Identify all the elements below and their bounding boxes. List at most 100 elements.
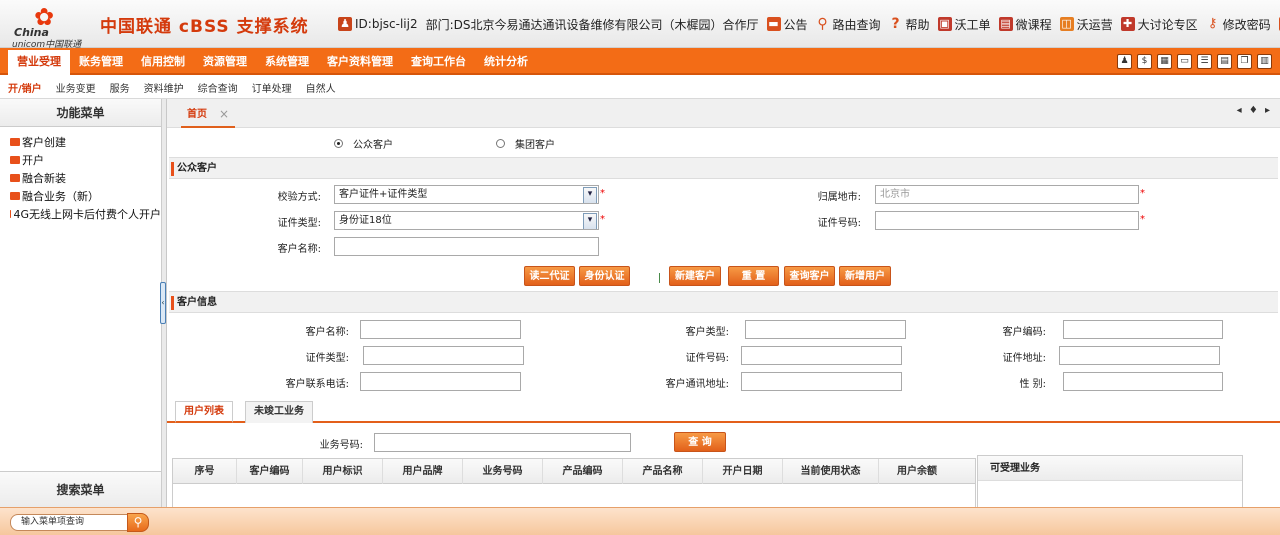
window-icon[interactable]: ▭ bbox=[1177, 54, 1192, 69]
radio-group-label: 集团客户 bbox=[515, 140, 555, 151]
work-order-label: 沃工单 bbox=[954, 17, 991, 32]
nav-tab-resource[interactable]: 资源管理 bbox=[194, 48, 256, 75]
verify-method-select[interactable]: 客户证件+证件类型 bbox=[334, 185, 599, 204]
add-user-button[interactable]: 新增用户 bbox=[839, 266, 891, 286]
nav-tab-statistics[interactable]: 统计分析 bbox=[475, 48, 537, 75]
user-id: ID:bjsc-lij2 bbox=[355, 17, 418, 31]
required-mark: * bbox=[600, 214, 605, 225]
menu-item-icon bbox=[10, 138, 20, 146]
work-order-link[interactable]: ▣ 沃工单 bbox=[937, 16, 991, 33]
service-number-field[interactable] bbox=[374, 433, 631, 452]
app-window: ✿ China unicom中国联通 中国联通 cBSS 支撑系统 ♟ ID:b… bbox=[0, 0, 1280, 535]
nav-tab-query-desk[interactable]: 查询工作台 bbox=[402, 48, 475, 75]
menu-search-input[interactable]: 输入菜单项查询 bbox=[10, 514, 128, 531]
subnav-open-close[interactable]: 开/销户 bbox=[8, 80, 42, 95]
table-icon[interactable]: ▤ bbox=[1217, 54, 1232, 69]
operations-link[interactable]: ◫ 沃运营 bbox=[1059, 16, 1113, 33]
reset-button[interactable]: 重 置 bbox=[728, 266, 779, 286]
nav-tab-business[interactable]: 营业受理 bbox=[8, 48, 70, 75]
radio-group-button[interactable] bbox=[496, 139, 505, 148]
nav-tab-accounting[interactable]: 账务管理 bbox=[70, 48, 132, 75]
grid-icon[interactable]: ▥ bbox=[1257, 54, 1272, 69]
calendar-icon[interactable]: ▦ bbox=[1157, 54, 1172, 69]
subnav-general-query[interactable]: 综合查询 bbox=[198, 80, 238, 95]
function-menu: 功能菜单 客户创建 开户 融合新装 融合业务（新） 4G无线上网卡后付费个人开户 bbox=[0, 99, 162, 507]
radio-public-label: 公众客户 bbox=[353, 140, 393, 151]
menu-item-converged-install[interactable]: 融合新装 bbox=[0, 170, 161, 188]
radio-group-customer[interactable]: 集团客户 bbox=[496, 136, 555, 151]
tab-home[interactable]: 首页 × bbox=[181, 105, 236, 128]
main-content: 首页 × ◂ ♦ ▸ 公众客户 集团客户 公众客户 校验方式: 客户证件+证件类… bbox=[167, 99, 1280, 507]
radio-public-customer[interactable]: 公众客户 bbox=[334, 136, 393, 151]
col-user-brand[interactable]: 用户品牌 bbox=[383, 459, 463, 484]
user-info: ♟ ID:bjsc-lij2 bbox=[338, 17, 418, 31]
search-icon[interactable]: ⚲ bbox=[127, 513, 149, 532]
announce-link[interactable]: ▬ 公告 bbox=[766, 16, 808, 33]
info-mailaddr-field[interactable] bbox=[741, 372, 902, 391]
info-name-field[interactable] bbox=[360, 320, 521, 339]
region-field[interactable]: 北京市 bbox=[875, 185, 1139, 204]
help-link[interactable]: ? 帮助 bbox=[889, 16, 930, 33]
tab-scroll-controls[interactable]: ◂ ♦ ▸ bbox=[1237, 105, 1272, 116]
new-customer-button[interactable]: 新建客户 bbox=[669, 266, 721, 286]
info-gender-field[interactable] bbox=[1063, 372, 1223, 391]
collapse-handle[interactable]: ‹ bbox=[160, 282, 166, 324]
route-query-link[interactable]: ⚲ 路由查询 bbox=[816, 16, 880, 33]
help-label: 帮助 bbox=[905, 17, 930, 32]
subnav-business-change[interactable]: 业务变更 bbox=[56, 80, 96, 95]
identity-auth-button[interactable]: 身份认证 bbox=[579, 266, 630, 286]
info-idno-label: 证件号码: bbox=[685, 353, 729, 364]
menu-item-icon bbox=[10, 156, 20, 164]
query-button[interactable]: 查 询 bbox=[674, 432, 726, 452]
nav-tab-system[interactable]: 系统管理 bbox=[256, 48, 318, 75]
info-phone-field[interactable] bbox=[360, 372, 521, 391]
col-open-date[interactable]: 开户日期 bbox=[703, 459, 783, 484]
person-icon[interactable]: ♟ bbox=[1117, 54, 1132, 69]
subnav-order-processing[interactable]: 订单处理 bbox=[252, 80, 292, 95]
search-menu-title[interactable]: 搜索菜单 bbox=[0, 471, 162, 507]
customer-name-field[interactable] bbox=[334, 237, 599, 256]
message-icon: ▬ bbox=[766, 17, 781, 31]
nav-tab-customer-data[interactable]: 客户资料管理 bbox=[318, 48, 402, 75]
close-icon[interactable]: × bbox=[219, 105, 229, 123]
menu-item-label: 客户创建 bbox=[22, 136, 66, 149]
section-public-customer: 公众客户 bbox=[169, 157, 1278, 179]
copy-icon[interactable]: ❐ bbox=[1237, 54, 1252, 69]
query-customer-button[interactable]: 查询客户 bbox=[784, 266, 835, 286]
id-type-select[interactable]: 身份证18位 bbox=[334, 211, 599, 230]
change-password-link[interactable]: ⚷ 修改密码 bbox=[1206, 16, 1271, 33]
col-index[interactable]: 序号 bbox=[173, 459, 237, 484]
micro-course-link[interactable]: ▤ 微课程 bbox=[998, 16, 1052, 33]
menu-item-4g-card[interactable]: 4G无线上网卡后付费个人开户 bbox=[0, 206, 161, 224]
footer-bar: 输入菜单项查询 ⚲ bbox=[0, 507, 1280, 535]
read-id-card-button[interactable]: 读二代证 bbox=[524, 266, 575, 286]
subnav-data-maintenance[interactable]: 资料维护 bbox=[144, 80, 184, 95]
info-type-field[interactable] bbox=[745, 320, 906, 339]
col-customer-code[interactable]: 客户编码 bbox=[237, 459, 303, 484]
col-product-name[interactable]: 产品名称 bbox=[623, 459, 703, 484]
dollar-icon[interactable]: $ bbox=[1137, 54, 1152, 69]
info-code-field[interactable] bbox=[1063, 320, 1223, 339]
radio-public-button[interactable] bbox=[334, 139, 343, 148]
tab-user-list[interactable]: 用户列表 bbox=[175, 401, 233, 423]
subnav-natural-person[interactable]: 自然人 bbox=[306, 80, 336, 95]
menu-item-open-account[interactable]: 开户 bbox=[0, 152, 161, 170]
nav-tab-credit[interactable]: 信用控制 bbox=[132, 48, 194, 75]
menu-item-create-customer[interactable]: 客户创建 bbox=[0, 134, 161, 152]
col-current-status[interactable]: 当前使用状态 bbox=[783, 459, 879, 484]
subnav-service[interactable]: 服务 bbox=[110, 80, 130, 95]
tab-pending-orders[interactable]: 未竣工业务 bbox=[245, 401, 313, 423]
col-service-number[interactable]: 业务号码 bbox=[463, 459, 543, 484]
info-idtype-field[interactable] bbox=[363, 346, 524, 365]
id-number-field[interactable] bbox=[875, 211, 1139, 230]
col-user-balance[interactable]: 用户余额 bbox=[879, 459, 955, 484]
list-icon[interactable]: ☰ bbox=[1197, 54, 1212, 69]
menu-item-icon bbox=[10, 192, 20, 200]
col-user-id[interactable]: 用户标识 bbox=[303, 459, 383, 484]
info-idno-field[interactable] bbox=[741, 346, 902, 365]
menu-item-converged-new[interactable]: 融合业务（新） bbox=[0, 188, 161, 206]
system-title: 中国联通 cBSS 支撑系统 bbox=[100, 17, 309, 37]
col-product-code[interactable]: 产品编码 bbox=[543, 459, 623, 484]
forum-link[interactable]: ✚ 大讨论专区 bbox=[1120, 16, 1198, 33]
info-idaddr-field[interactable] bbox=[1059, 346, 1220, 365]
